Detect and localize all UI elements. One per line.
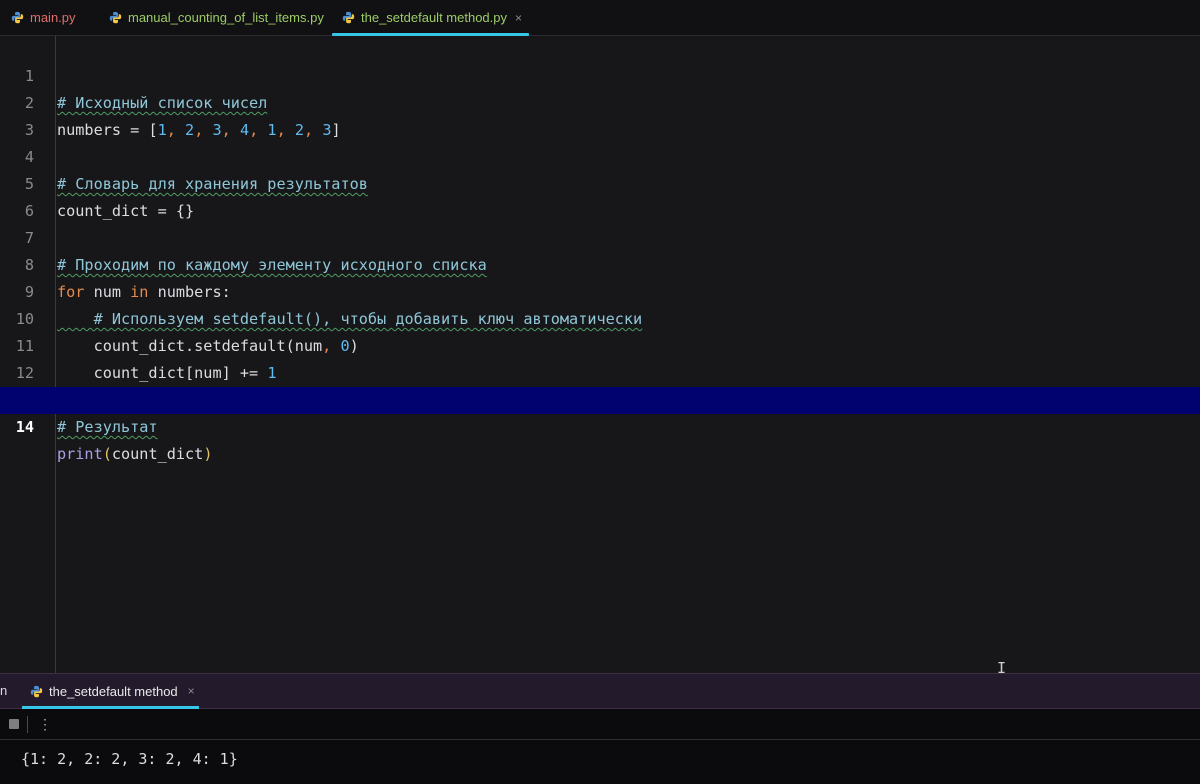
code-comment: # Результат: [57, 418, 158, 436]
run-toolbar: ⋮: [0, 709, 1200, 740]
python-file-icon: [342, 11, 355, 24]
code-line: 10 count_dict.setdefault(num, 0): [0, 279, 1200, 355]
code-line: 12: [0, 333, 1200, 382]
code-line: 13 # Результат: [0, 360, 1200, 436]
tab-main-py[interactable]: main.py: [11, 0, 76, 35]
tab-manual-counting[interactable]: manual_counting_of_list_items.py: [109, 0, 324, 35]
console-output[interactable]: {1: 2, 2: 2, 3: 2, 4: 1}: [0, 740, 1200, 784]
code-line: 2 numbers = [1, 2, 3, 4, 1, 2, 3]: [0, 63, 1200, 139]
stop-icon[interactable]: [9, 719, 19, 729]
line-number: 14: [15, 418, 34, 436]
python-file-icon: [109, 11, 122, 24]
code-line: 4 # Словарь для хранения результатов: [0, 117, 1200, 193]
python-file-icon: [11, 11, 24, 24]
close-icon[interactable]: ×: [188, 684, 195, 698]
code-line: 8 for num in numbers:: [0, 225, 1200, 301]
python-file-icon: [30, 685, 43, 697]
tab-label: the_setdefault method.py: [361, 10, 507, 25]
tab-setdefault-method[interactable]: the_setdefault method.py ×: [332, 0, 529, 36]
toolbar-separator: [27, 716, 28, 733]
code-text: print(count_dict): [57, 445, 213, 463]
run-tab-label: the_setdefault method: [49, 683, 178, 699]
tab-label: main.py: [30, 10, 76, 25]
console-output-text: {1: 2, 2: 2, 3: 2, 4: 1}: [21, 750, 238, 768]
tab-label: manual_counting_of_list_items.py: [128, 10, 324, 25]
code-line: 7 # Проходим по каждому элементу исходно…: [0, 198, 1200, 274]
run-panel-label: n: [0, 683, 8, 698]
code-line: 11 count_dict[num] += 1: [0, 306, 1200, 382]
code-editor[interactable]: 1 # Исходный список чисел 2 numbers = [1…: [0, 36, 1200, 673]
code-line: 3: [0, 90, 1200, 139]
code-line: 6: [0, 171, 1200, 220]
close-icon[interactable]: ×: [515, 11, 522, 25]
run-panel-tab-bar: n the_setdefault method ×: [0, 673, 1200, 709]
code-line: 1 # Исходный список чисел: [0, 36, 1200, 112]
code-line: 5 count_dict = {}: [0, 144, 1200, 220]
editor-tab-bar: main.py manual_counting_of_list_items.py…: [0, 0, 1200, 36]
run-tab-setdefault-method[interactable]: the_setdefault method ×: [22, 674, 199, 709]
more-vertical-icon[interactable]: ⋮: [38, 715, 52, 733]
current-code-line: 14 print(count_dict): [0, 387, 1200, 463]
code-line: 9 # Используем setdefault(), чтобы добав…: [0, 252, 1200, 328]
